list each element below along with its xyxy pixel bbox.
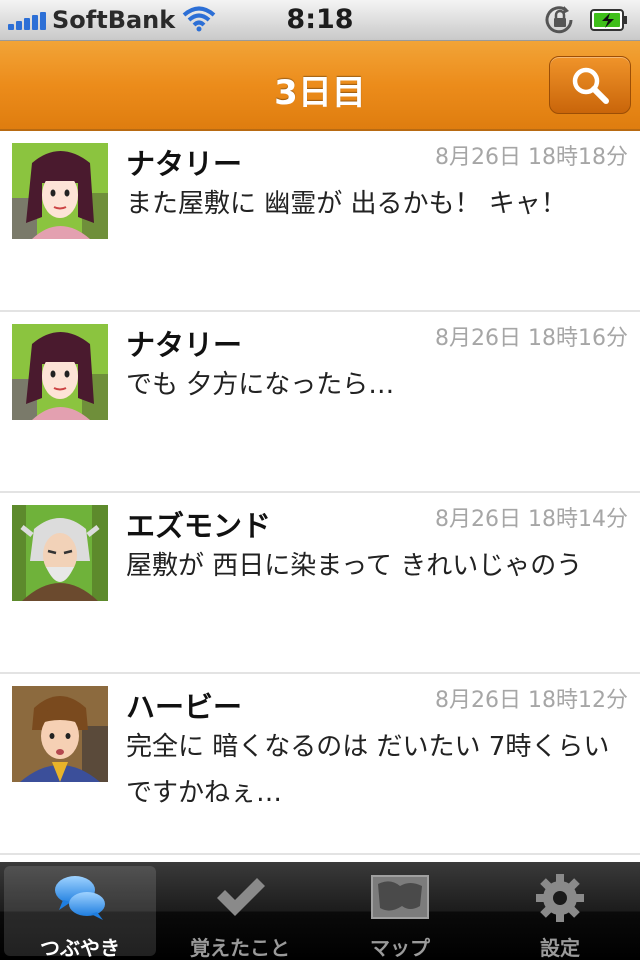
post-message: 屋敷が 西日に染まって きれいじゃのう (126, 551, 583, 581)
post-timestamp: 8月26日 18時16分 (435, 326, 628, 351)
gear-icon (536, 874, 584, 922)
tab-map[interactable]: マップ (324, 866, 476, 960)
search-icon (572, 67, 609, 104)
page-title: 3日目 (274, 73, 366, 113)
tab-label: 覚えたこと (190, 936, 290, 960)
tweet-feed[interactable]: ナタリー 8月26日 18時18分 また屋敷に 幽霊が 出るかも！ キャ！ ナタ… (0, 131, 640, 863)
author-name: エズモンド (126, 509, 272, 543)
search-button[interactable] (549, 56, 631, 114)
post-timestamp: 8月26日 18時18分 (435, 145, 628, 170)
battery-charging-icon (590, 9, 627, 31)
map-icon (371, 875, 429, 919)
tab-label: マップ (370, 936, 430, 960)
navigation-bar: 3日目 (0, 41, 640, 131)
checkmark-icon (217, 878, 265, 916)
author-name: ナタリー (126, 328, 243, 362)
tab-learned[interactable]: 覚えたこと (164, 866, 316, 960)
post-message: 完全に 暗くなるのは だいたい 7時くらいですかねぇ… (126, 732, 610, 808)
tab-label: つぶやき (40, 936, 120, 960)
feed-item[interactable]: ナタリー 8月26日 18時18分 また屋敷に 幽霊が 出るかも！ キャ！ (0, 131, 640, 312)
author-name: ナタリー (126, 147, 243, 181)
tab-bar: つぶやき 覚えたこと マップ 設定 (0, 862, 640, 960)
post-message: でも 夕方になったら… (126, 370, 395, 400)
post-timestamp: 8月26日 18時14分 (435, 507, 628, 532)
tab-settings[interactable]: 設定 (484, 866, 636, 960)
tab-tsubuyaki[interactable]: つぶやき (4, 866, 156, 960)
post-message: また屋敷に 幽霊が 出るかも！ キャ！ (126, 189, 567, 219)
rotation-lock-icon (545, 6, 573, 34)
author-name: ハービー (126, 690, 243, 724)
avatar-natalie (12, 143, 108, 239)
feed-item[interactable]: ハービー 8月26日 18時12分 完全に 暗くなるのは だいたい 7時くらいで… (0, 674, 640, 855)
feed-item[interactable]: ナタリー 8月26日 18時16分 でも 夕方になったら… (0, 312, 640, 493)
avatar-esmond (12, 505, 108, 601)
avatar-harvey (12, 686, 108, 782)
feed-item[interactable]: エズモンド 8月26日 18時14分 屋敷が 西日に染まって きれいじゃのう (0, 493, 640, 674)
status-bar: SoftBank 8:18 (0, 0, 640, 41)
speech-bubbles-icon (55, 876, 105, 920)
tab-label: 設定 (540, 936, 580, 960)
avatar-natalie (12, 324, 108, 420)
post-timestamp: 8月26日 18時12分 (435, 688, 628, 713)
